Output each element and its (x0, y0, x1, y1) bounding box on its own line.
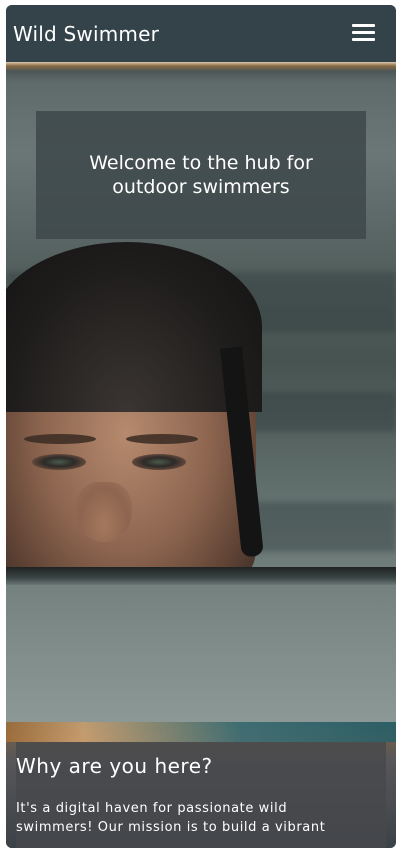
app-frame: Wild Swimmer Welcome to the hub for outd… (6, 5, 396, 848)
waterline (6, 567, 396, 585)
navbar: Wild Swimmer (6, 5, 396, 62)
about-section: Why are you here? It's a digital haven f… (6, 722, 396, 848)
welcome-text: Welcome to the hub for outdoor swimmers (89, 152, 313, 198)
swimmer-eye (32, 454, 86, 470)
swimmer-brow (126, 434, 198, 444)
swimmer-brow (24, 434, 96, 444)
menu-line (352, 31, 375, 34)
about-heading: Why are you here? (16, 754, 213, 778)
brand-title[interactable]: Wild Swimmer (13, 22, 159, 46)
menu-line (352, 24, 375, 27)
about-body: It's a digital haven for passionate wild… (16, 801, 326, 835)
hamburger-menu-icon[interactable] (352, 23, 376, 43)
swimmer-eye (132, 454, 186, 470)
welcome-banner: Welcome to the hub for outdoor swimmers (36, 111, 366, 239)
swimmer-nose (76, 482, 132, 542)
menu-line (352, 38, 375, 41)
